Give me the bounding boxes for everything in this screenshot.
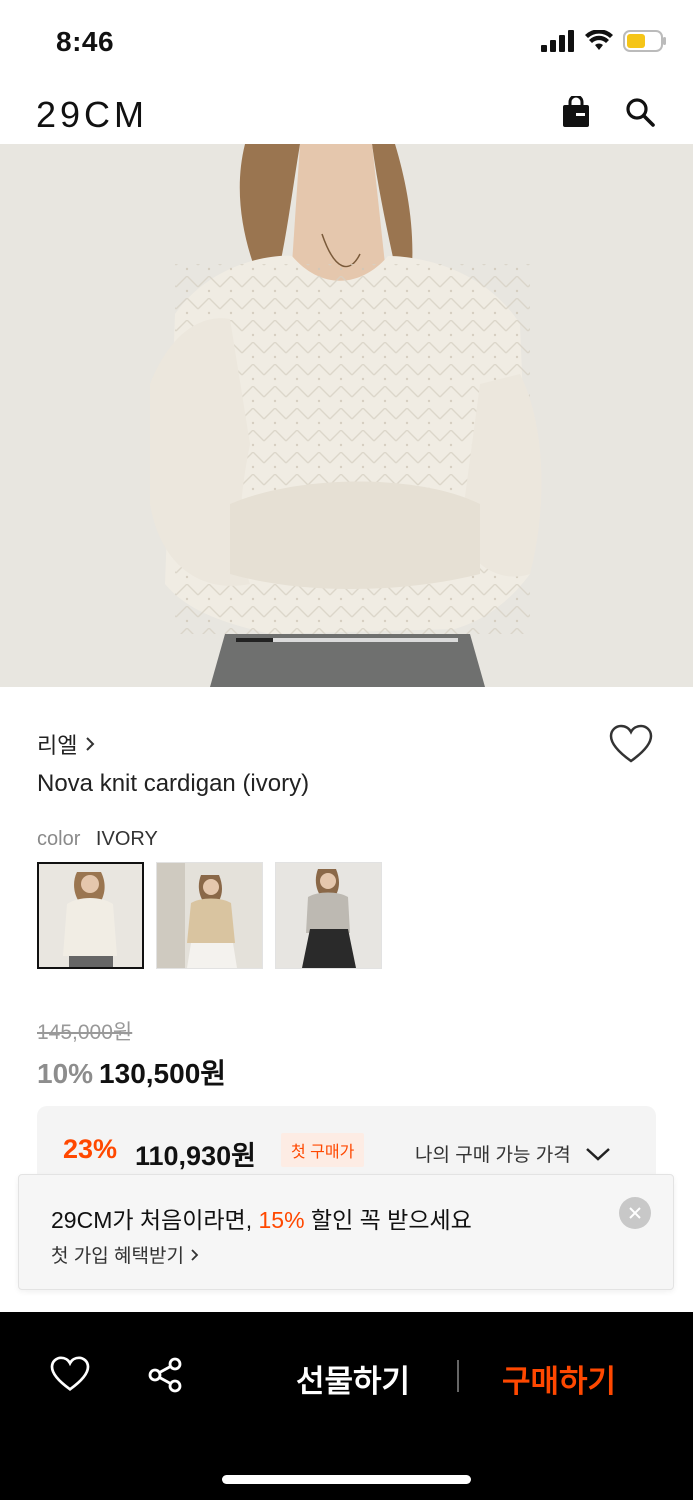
close-icon (629, 1207, 641, 1219)
chevron-right-icon (86, 737, 95, 751)
signal-icon (541, 30, 574, 52)
buy-button[interactable]: 구매하기 (502, 1356, 616, 1401)
sale-price: 130,500원 (99, 1058, 227, 1089)
swatch-gray[interactable] (275, 862, 382, 969)
logo[interactable]: 29CM (36, 94, 148, 136)
close-button[interactable] (619, 1197, 651, 1229)
status-icons (541, 30, 667, 52)
divider (457, 1360, 459, 1392)
my-price-box[interactable]: 23% 110,930원 첫 구매가 나의 구매 가능 가격 (37, 1106, 656, 1176)
brand-name: 리엘 (37, 733, 78, 758)
product-name: Nova knit cardigan (ivory) (37, 770, 310, 797)
promo-banner[interactable]: 29CM가 처음이라면, 15% 할인 꼭 받으세요 첫 가입 혜택받기 (18, 1174, 674, 1290)
status-bar: 8:46 (0, 0, 693, 82)
brand-link[interactable]: 리엘 (37, 728, 95, 760)
swatch-beige-image (157, 863, 262, 968)
wifi-icon (585, 30, 613, 50)
my-price-discount: 23% (63, 1134, 118, 1164)
promo-title: 29CM가 처음이라면, 15% 할인 꼭 받으세요 (51, 1201, 472, 1235)
product-image[interactable] (0, 144, 693, 687)
promo-link-label: 첫 가입 혜택받기 (51, 1246, 184, 1267)
color-label: color (37, 828, 81, 850)
swatch-ivory-image (39, 864, 142, 967)
header-actions (561, 96, 655, 128)
shopping-bag-icon[interactable] (561, 96, 591, 128)
discount-percent: 10% (37, 1058, 94, 1089)
app-header: 29CM (0, 82, 693, 144)
my-price-toggle[interactable]: 나의 구매 가능 가격 (415, 1140, 611, 1167)
share-icon[interactable] (146, 1356, 184, 1394)
swatch-beige[interactable] (156, 862, 263, 969)
promo-title-suffix: 할인 꼭 받으세요 (304, 1207, 472, 1233)
chevron-right-icon (191, 1248, 199, 1261)
original-price: 145,000원 (37, 1021, 133, 1044)
swatch-ivory[interactable] (37, 862, 144, 969)
promo-signup-link[interactable]: 첫 가입 혜택받기 (51, 1241, 199, 1268)
first-purchase-badge: 첫 구매가 (281, 1133, 365, 1167)
image-progress-fill (236, 638, 273, 642)
search-icon[interactable] (625, 97, 655, 127)
color-value: IVORY (95, 828, 158, 850)
product-photo (0, 144, 693, 687)
my-price-available-label: 나의 구매 가능 가격 (415, 1145, 571, 1166)
status-time: 8:46 (56, 26, 115, 57)
sale-price-row: 10% 130,500원 (37, 1052, 226, 1092)
color-row: color IVORY (37, 828, 158, 851)
home-indicator (222, 1475, 471, 1484)
battery-icon (623, 30, 666, 52)
gift-button[interactable]: 선물하기 (296, 1356, 410, 1401)
swatch-gray-image (276, 863, 381, 968)
heart-icon[interactable] (609, 724, 653, 764)
heart-icon[interactable] (50, 1356, 90, 1392)
promo-title-accent: 15% (258, 1207, 305, 1233)
my-price-value: 110,930원 (135, 1141, 256, 1171)
color-swatches (37, 862, 382, 969)
image-progress (236, 638, 458, 642)
chevron-down-icon (585, 1147, 610, 1161)
bottom-action-bar: 선물하기 구매하기 (0, 1312, 693, 1500)
promo-title-prefix: 29CM가 처음이라면, (51, 1207, 259, 1233)
